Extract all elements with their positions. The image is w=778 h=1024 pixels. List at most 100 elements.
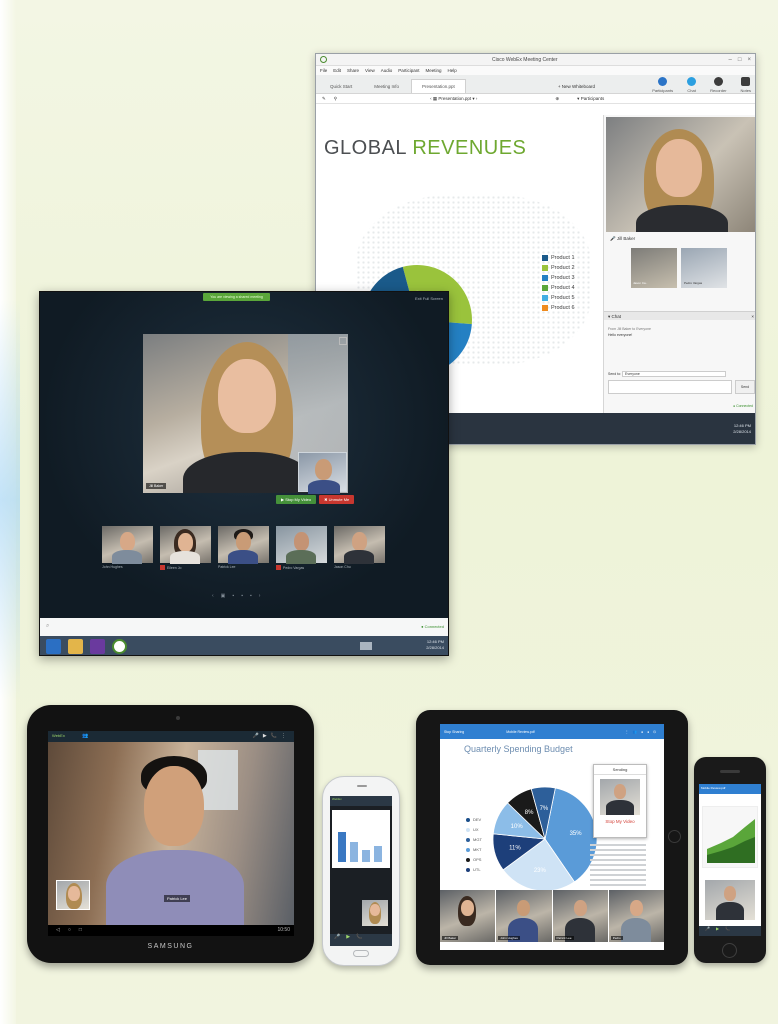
- status-bar: ⌕ ● Connected: [40, 618, 448, 636]
- participant-thumbnail[interactable]: John Hughes: [102, 526, 153, 570]
- participants-icon: [658, 77, 668, 86]
- slide-title: GLOBAL REVENUES: [324, 137, 527, 159]
- participant-thumbnail[interactable]: Jason Chu: [334, 526, 385, 570]
- exit-full-screen-button[interactable]: Exit Full Screen: [415, 296, 443, 301]
- pointer-icon[interactable]: ⚲: [334, 96, 337, 102]
- new-whiteboard-button[interactable]: + New Whiteboard: [558, 84, 595, 93]
- participants-tool[interactable]: Participants: [652, 77, 673, 93]
- menu-meeting[interactable]: Meeting: [426, 68, 442, 73]
- tablet-screen: WebEx 👥 🎤▶📞⋮ Patrick Lee ◁○□ 10:50: [48, 731, 294, 936]
- chart-legend: Product 1 Product 2 Product 3 Product 4 …: [542, 255, 575, 311]
- participants-icon[interactable]: 👥: [82, 733, 88, 739]
- iphone-call-controls[interactable]: 🎤▶📞: [699, 926, 761, 936]
- status-time: 10:50: [277, 927, 290, 933]
- webex-app-label[interactable]: WebEx: [52, 733, 65, 738]
- spending-pie-chart: 35% 23% 11% 10% 8% 7%: [492, 786, 598, 892]
- self-view-video[interactable]: [56, 880, 90, 910]
- ipad-app-bar: Stop Sharing Mobile Review.pdf ⋮👥●●⏻: [440, 724, 664, 739]
- call-controls[interactable]: 🎤▶📞⋮: [253, 733, 290, 739]
- stop-video-button[interactable]: ▶ Stop My Video: [276, 495, 317, 504]
- glow-decoration: [0, 300, 20, 700]
- participant-thumbnail[interactable]: Pedro Vargas: [276, 526, 327, 570]
- visual-studio-icon[interactable]: [90, 639, 105, 654]
- menu-file[interactable]: File: [320, 68, 327, 73]
- participant-thumbnail[interactable]: Eileen Jo: [160, 526, 211, 570]
- phone-speaker: [357, 785, 367, 787]
- tab-meeting-info[interactable]: Meeting Info: [364, 80, 409, 93]
- video-tile[interactable]: [705, 880, 755, 920]
- pie-slice-label: 8%: [525, 810, 534, 816]
- pager-next-icon[interactable]: ›: [259, 593, 261, 599]
- self-view-video[interactable]: [362, 900, 388, 926]
- pager-dot[interactable]: ▪: [232, 593, 234, 599]
- self-view-video[interactable]: [298, 452, 347, 494]
- pager-dot[interactable]: ▪: [250, 593, 252, 599]
- connection-status: ● Connected: [732, 404, 753, 408]
- close-icon[interactable]: ×: [747, 57, 751, 63]
- ipad-toolbar-icons[interactable]: ⋮👥●●⏻: [625, 730, 660, 734]
- keyboard-icon[interactable]: [360, 642, 372, 650]
- menu-edit[interactable]: Edit: [333, 68, 341, 73]
- chat-tool[interactable]: Chat: [687, 77, 697, 93]
- muted-icon: [160, 565, 165, 570]
- webex-taskbar-icon[interactable]: [112, 639, 127, 654]
- menu-view[interactable]: View: [365, 68, 375, 73]
- phone-call-controls[interactable]: 🎤▶📞: [330, 934, 392, 946]
- ipad: Stop Sharing Mobile Review.pdf ⋮👥●●⏻ Qua…: [416, 710, 688, 965]
- folder-icon[interactable]: [68, 639, 83, 654]
- send-to-row: Send to: Everyone: [608, 371, 727, 377]
- recorder-tool[interactable]: Recorder: [710, 77, 727, 93]
- menu-audio[interactable]: Audio: [381, 68, 393, 73]
- menu-share[interactable]: Share: [347, 68, 359, 73]
- active-speaker-video: [606, 117, 755, 232]
- thumb-name: Jason Ca..: [633, 281, 648, 285]
- menu-help[interactable]: Help: [448, 68, 457, 73]
- legend-item: Product 4: [542, 285, 575, 291]
- expand-icon[interactable]: [339, 337, 347, 345]
- sharing-banner[interactable]: You are viewing a shared meeting: [203, 293, 270, 301]
- zoom-icon[interactable]: ⊕: [555, 96, 559, 102]
- pager-grid-icon[interactable]: ▣: [221, 593, 226, 599]
- video-tile[interactable]: Pedro: [608, 890, 664, 942]
- chat-header[interactable]: ▾ Chat ×: [604, 311, 755, 320]
- notes-tool[interactable]: Notes: [741, 77, 751, 93]
- speaker-face: [656, 139, 702, 197]
- menu-participant[interactable]: Participant: [398, 68, 419, 73]
- muted-icon: [276, 565, 281, 570]
- send-button[interactable]: Send: [735, 380, 755, 394]
- iphone-home-button[interactable]: [722, 943, 737, 958]
- caller-name: Patrick Lee: [164, 895, 191, 902]
- participant-thumbnail[interactable]: Patrick Lee: [218, 526, 269, 570]
- maximize-icon[interactable]: □: [738, 57, 742, 63]
- minimize-icon[interactable]: –: [729, 57, 732, 63]
- chat-input[interactable]: [608, 380, 732, 394]
- ie-icon[interactable]: [46, 639, 61, 654]
- tab-quick-start[interactable]: Quick Start: [320, 80, 362, 93]
- self-view-video[interactable]: [600, 779, 640, 815]
- iphone-speaker: [720, 770, 740, 773]
- video-tile[interactable]: John Hughes: [496, 890, 552, 942]
- pager-prev-icon[interactable]: ‹: [212, 593, 214, 599]
- stop-sharing-button[interactable]: Stop Sharing: [444, 730, 464, 734]
- phone-home-button[interactable]: [353, 950, 369, 957]
- stage-name-label: Jill Baker: [146, 483, 167, 489]
- pen-icon[interactable]: ✎: [322, 96, 326, 102]
- pie-slice-label: 7%: [540, 806, 549, 812]
- chat-icon: [687, 77, 697, 86]
- panel-tools: Participants Chat Recorder Notes: [652, 77, 751, 93]
- file-selector[interactable]: ‹ ▦ Presentation.ppt ▾ ›: [430, 96, 477, 102]
- connection-status: ● Connected: [421, 624, 444, 629]
- unmute-button[interactable]: ✖ Unmute Me: [319, 495, 355, 504]
- search-icon[interactable]: ⌕: [46, 623, 49, 630]
- annotation-toolbar: ✎ ⚲ ‹ ▦ Presentation.ppt ▾ › ⊕ ▾ Partici…: [316, 94, 755, 104]
- pager-dot[interactable]: ▪: [241, 593, 243, 599]
- android-nav-buttons[interactable]: ◁○□: [56, 927, 90, 933]
- tablet-app-bar: WebEx 👥 🎤▶📞⋮: [48, 731, 294, 742]
- ipad-home-button[interactable]: [668, 830, 681, 843]
- stop-my-video-button[interactable]: Stop My Video: [594, 819, 646, 824]
- video-tile[interactable]: Jill Baker: [440, 890, 496, 942]
- video-tile[interactable]: Patrick Lee: [552, 890, 608, 942]
- send-to-select[interactable]: Everyone: [622, 371, 727, 377]
- tab-presentation[interactable]: Presentation.ppt: [411, 79, 466, 93]
- chat-message: Hello everyone!: [608, 333, 633, 337]
